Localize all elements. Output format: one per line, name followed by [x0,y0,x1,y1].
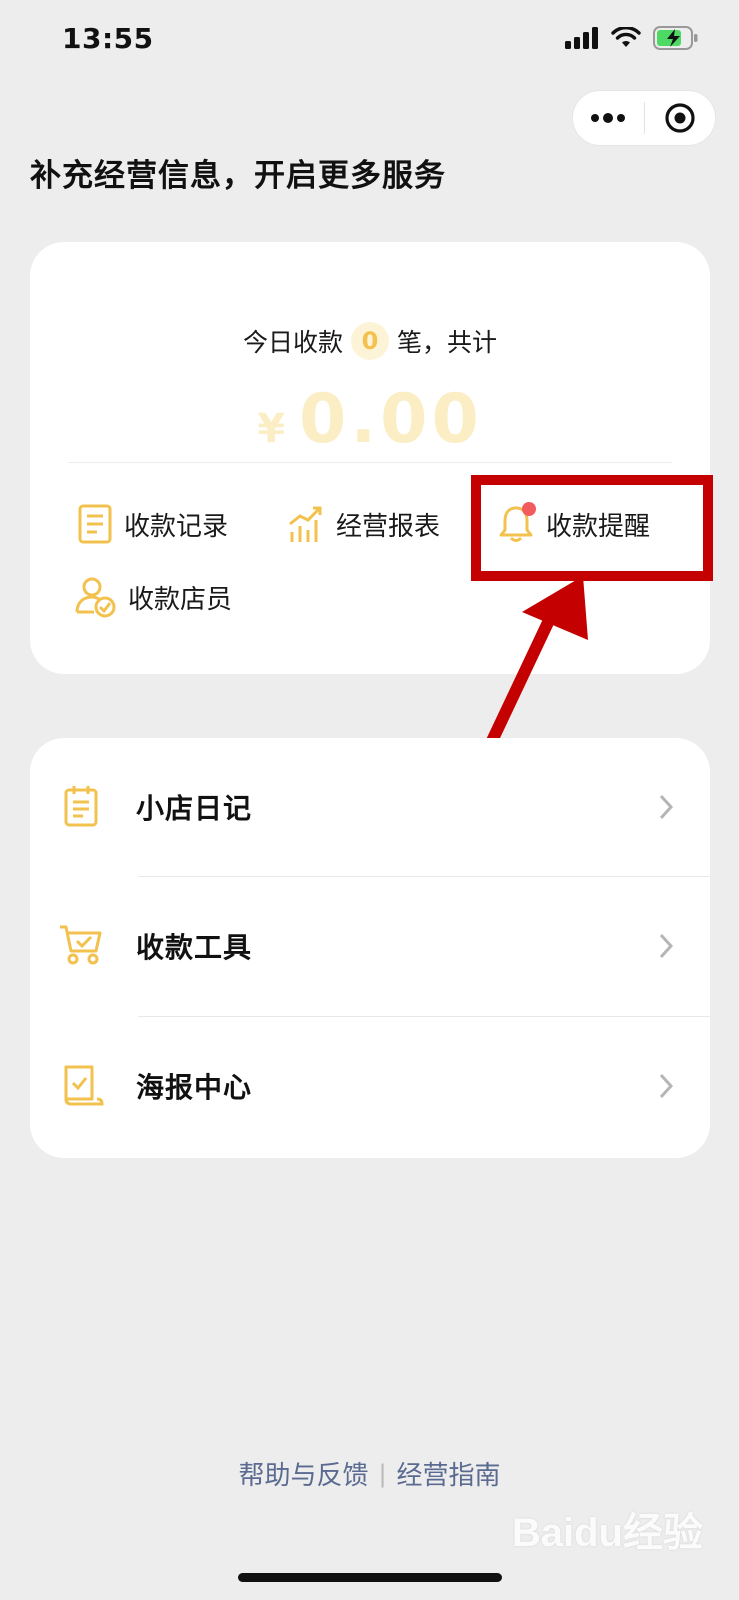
divider [68,462,672,463]
banner-title[interactable]: 补充经营信息，开启更多服务 [30,150,446,195]
amount-value: 0.00 [299,380,483,459]
menu-item-payment-tools[interactable]: 收款工具 [30,877,710,1015]
status-icons [565,26,699,50]
cart-icon [60,925,102,965]
currency-symbol: ¥ [257,406,286,452]
home-indicator[interactable] [238,1573,502,1582]
chevron-right-icon [659,933,674,959]
shortcut-label: 收款店员 [128,584,233,615]
footer-separator: | [378,1459,387,1488]
close-button[interactable] [645,90,716,146]
today-suffix: 笔，共计 [397,328,498,357]
receipt-icon [78,504,112,544]
menu-label: 小店日记 [136,792,253,825]
highlight-box [471,475,713,581]
chevron-right-icon [659,1073,674,1099]
today-prefix: 今日收款 [242,328,343,357]
signal-icon [565,27,598,49]
chevron-right-icon [659,794,674,820]
battery-charging-icon [653,26,698,50]
miniprogram-capsule [572,90,716,146]
footer-links: 帮助与反馈 | 经营指南 [0,1455,739,1492]
shortcut-label: 收款记录 [124,511,229,542]
menu-label: 收款工具 [136,931,253,964]
target-close-icon [665,103,695,133]
shortcut-cashier-staff[interactable]: 收款店员 [74,576,232,618]
business-guide-link[interactable]: 经营指南 [397,1455,501,1492]
menu-label: 海报中心 [136,1071,253,1104]
shortcut-label: 经营报表 [336,511,441,542]
shortcut-business-report[interactable]: 经营报表 [288,504,440,544]
staff-icon [75,577,116,618]
diary-icon [64,786,98,827]
icon-container [58,923,108,969]
today-amount: ¥ 0.00 [30,380,710,459]
chart-icon [289,506,322,542]
more-dots-icon [591,113,626,123]
count-badge: 0 [351,322,389,360]
today-summary: 今日收款 0 笔，共计 [30,322,710,360]
menu-item-shop-diary[interactable]: 小店日记 [30,738,710,876]
summary-card: 今日收款 0 笔，共计 ¥ 0.00 收款记录 经营报表 收款提醒 收款店员 [30,242,710,674]
status-time: 13:55 [62,22,154,55]
more-button[interactable] [573,90,644,146]
poster-icon [64,1065,104,1106]
menu-item-poster-center[interactable]: 海报中心 [30,1017,710,1155]
shortcut-payment-records[interactable]: 收款记录 [78,504,228,544]
help-feedback-link[interactable]: 帮助与反馈 [238,1455,368,1492]
menu-card: 小店日记 收款工具 海报中心 [30,738,710,1158]
watermark: Baidu经验 [511,1511,703,1555]
icon-container [62,784,108,830]
wifi-icon [611,27,641,47]
status-bar: 13:55 [0,0,739,84]
icon-container [62,1063,108,1109]
